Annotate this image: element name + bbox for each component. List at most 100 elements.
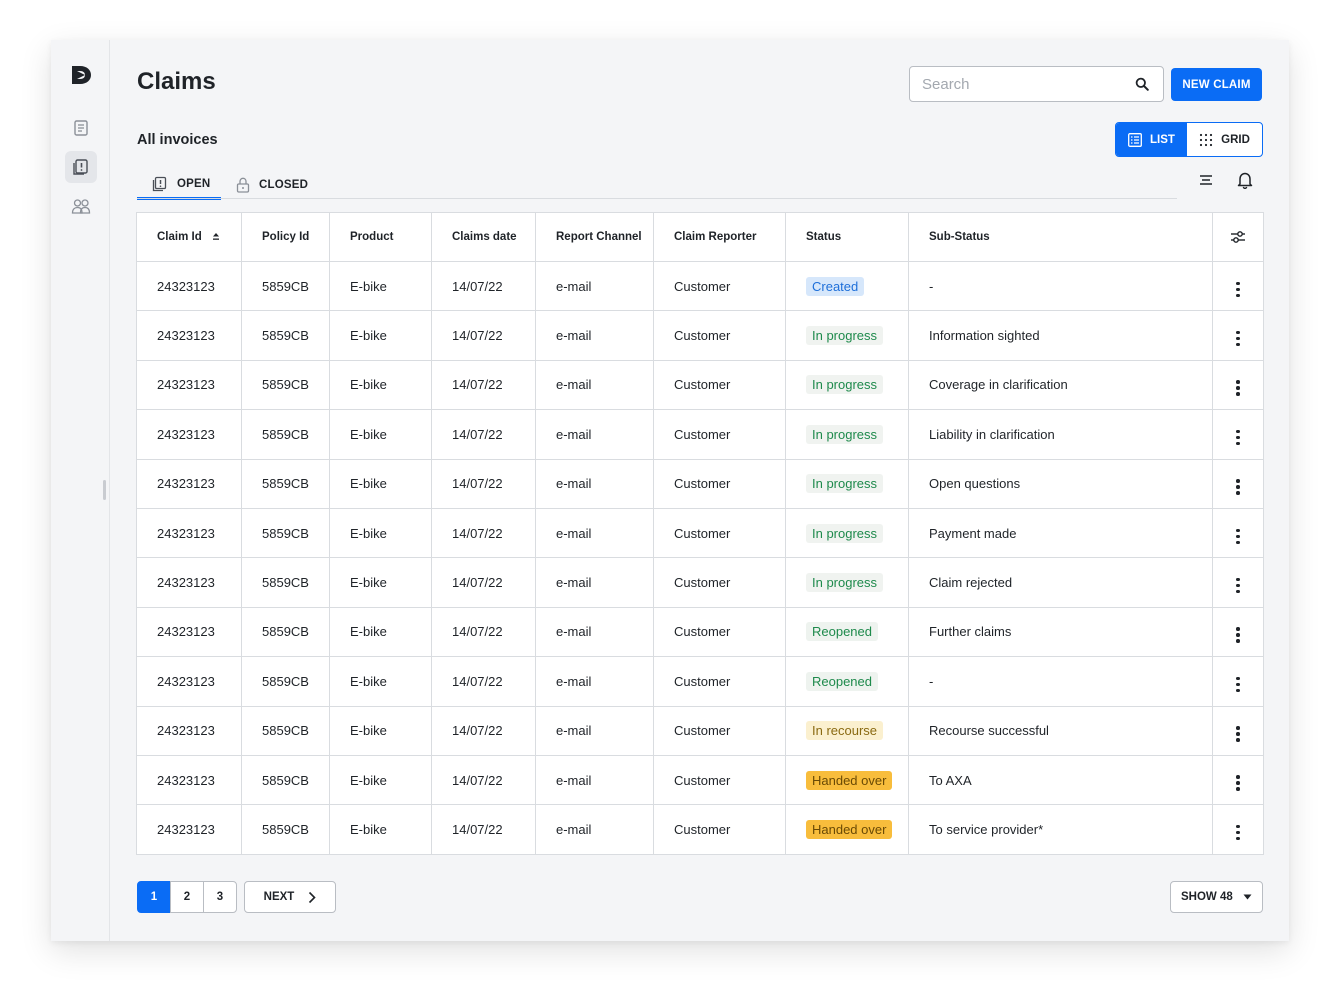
more-options-icon[interactable] [1228, 674, 1248, 694]
view-list-button[interactable]: LIST [1116, 123, 1187, 156]
sidebar-item-claims[interactable] [65, 151, 97, 183]
bell-icon[interactable] [1237, 171, 1253, 189]
search-input[interactable] [910, 67, 1130, 101]
page-title: Claims [137, 68, 216, 95]
more-options-icon[interactable] [1228, 279, 1248, 299]
sidebar-item-documents[interactable] [65, 112, 97, 144]
claim-reporter-cell: Customer [653, 754, 786, 806]
more-options-icon[interactable] [1228, 477, 1248, 497]
more-options-icon[interactable] [1228, 427, 1248, 447]
more-options-icon[interactable] [1228, 526, 1248, 546]
caret-down-icon [1243, 894, 1252, 900]
row-actions-cell [1212, 606, 1264, 658]
search-box[interactable] [909, 66, 1164, 102]
more-options-icon[interactable] [1228, 773, 1248, 793]
more-options-icon[interactable] [1228, 823, 1248, 843]
product-cell: E-bike [329, 260, 432, 312]
page-button-1[interactable]: 1 [137, 881, 171, 913]
claim-id-cell: 24323123 [136, 804, 242, 855]
page-button-2[interactable]: 2 [170, 881, 204, 913]
claim-id-cell: 24323123 [136, 260, 242, 312]
table-row[interactable]: 24323123 5859CB E-bike 14/07/22 e-mail Custom… [136, 606, 1264, 658]
product-cell: E-bike [329, 705, 432, 756]
next-page-button[interactable]: NEXT [244, 881, 336, 913]
view-toggle: LIST GRID [1115, 122, 1263, 157]
policy-id-cell: 5859CB [241, 260, 330, 312]
more-options-icon[interactable] [1228, 329, 1248, 349]
claim-reporter-cell: Customer [653, 359, 786, 411]
column-header-report-channel[interactable]: Report Channel [535, 212, 654, 262]
status-cell: Reopened [785, 656, 909, 707]
table-row[interactable]: 24323123 5859CB E-bike 14/07/22 e-mail Custom… [136, 705, 1264, 756]
sidebar [51, 40, 110, 941]
logo-icon[interactable] [71, 65, 93, 85]
filter-icon[interactable] [1199, 173, 1213, 187]
tab-open[interactable]: OPEN [137, 170, 221, 200]
claim-reporter-cell: Customer [653, 507, 786, 559]
sidebar-item-users[interactable] [65, 190, 97, 222]
sub-status-cell: Claim rejected [908, 557, 1213, 608]
policy-id-cell: 5859CB [241, 359, 330, 411]
policy-id-cell: 5859CB [241, 656, 330, 707]
search-icon[interactable] [1135, 77, 1149, 91]
more-options-icon[interactable] [1228, 576, 1248, 596]
column-header-product[interactable]: Product [329, 212, 432, 262]
claims-date-cell: 14/07/22 [431, 606, 536, 658]
sub-status-cell: - [908, 656, 1213, 707]
column-settings[interactable] [1212, 212, 1264, 262]
policy-id-cell: 5859CB [241, 310, 330, 361]
report-channel-cell: e-mail [535, 804, 654, 855]
chevron-right-icon [309, 891, 316, 903]
column-header-claim-id[interactable]: Claim Id [136, 212, 242, 262]
report-channel-cell: e-mail [535, 260, 654, 312]
status-cell: Handed over [785, 754, 909, 806]
view-grid-button[interactable]: GRID [1187, 123, 1262, 156]
status-cell: Reopened [785, 606, 909, 658]
status-cell: In progress [785, 409, 909, 460]
status-badge: Handed over [806, 819, 893, 839]
resize-handle[interactable] [103, 480, 106, 500]
claims-date-cell: 14/07/22 [431, 507, 536, 559]
column-header-status[interactable]: Status [785, 212, 909, 262]
column-header-claim-reporter[interactable]: Claim Reporter [653, 212, 786, 262]
column-header-policy-id[interactable]: Policy Id [241, 212, 330, 262]
report-channel-cell: e-mail [535, 705, 654, 756]
table-row[interactable]: 24323123 5859CB E-bike 14/07/22 e-mail Custom… [136, 754, 1264, 806]
table-row[interactable]: 24323123 5859CB E-bike 14/07/22 e-mail Custom… [136, 260, 1264, 312]
sub-status-cell: Payment made [908, 507, 1213, 559]
table-row[interactable]: 24323123 5859CB E-bike 14/07/22 e-mail Custom… [136, 557, 1264, 608]
page-button-3[interactable]: 3 [203, 881, 237, 913]
status-badge: Handed over [806, 770, 893, 790]
table-row[interactable]: 24323123 5859CB E-bike 14/07/22 e-mail Custom… [136, 656, 1264, 707]
more-options-icon[interactable] [1228, 625, 1248, 645]
claim-reporter-cell: Customer [653, 310, 786, 361]
table-row[interactable]: 24323123 5859CB E-bike 14/07/22 e-mail Custom… [136, 409, 1264, 460]
sort-icon[interactable] [212, 232, 220, 242]
row-actions-cell [1212, 507, 1264, 559]
status-cell: In progress [785, 557, 909, 608]
table-row[interactable]: 24323123 5859CB E-bike 14/07/22 e-mail Custom… [136, 507, 1264, 559]
main-content: Claims NEW CLAIM All invoices [111, 40, 1289, 941]
claims-date-cell: 14/07/22 [431, 359, 536, 411]
more-options-icon[interactable] [1228, 724, 1248, 744]
sub-status-cell: Further claims [908, 606, 1213, 658]
settings-icon[interactable] [1230, 230, 1246, 244]
row-actions-cell [1212, 656, 1264, 707]
row-actions-cell [1212, 359, 1264, 411]
show-count-select[interactable]: SHOW 48 [1170, 881, 1263, 913]
report-channel-cell: e-mail [535, 557, 654, 608]
claim-reporter-cell: Customer [653, 705, 786, 756]
column-header-claims-date[interactable]: Claims date [431, 212, 536, 262]
table-row[interactable]: 24323123 5859CB E-bike 14/07/22 e-mail Custom… [136, 359, 1264, 411]
tab-closed[interactable]: CLOSED [236, 170, 308, 200]
more-options-icon[interactable] [1228, 378, 1248, 398]
claim-id-cell: 24323123 [136, 507, 242, 559]
sub-status-cell: Coverage in clarification [908, 359, 1213, 411]
claim-id-cell: 24323123 [136, 754, 242, 806]
new-claim-button[interactable]: NEW CLAIM [1171, 68, 1262, 101]
column-header-sub-status[interactable]: Sub-Status [908, 212, 1213, 262]
report-channel-cell: e-mail [535, 409, 654, 460]
table-row[interactable]: 24323123 5859CB E-bike 14/07/22 e-mail Custom… [136, 804, 1264, 855]
table-row[interactable]: 24323123 5859CB E-bike 14/07/22 e-mail Custom… [136, 310, 1264, 361]
table-row[interactable]: 24323123 5859CB E-bike 14/07/22 e-mail Custom… [136, 458, 1264, 509]
